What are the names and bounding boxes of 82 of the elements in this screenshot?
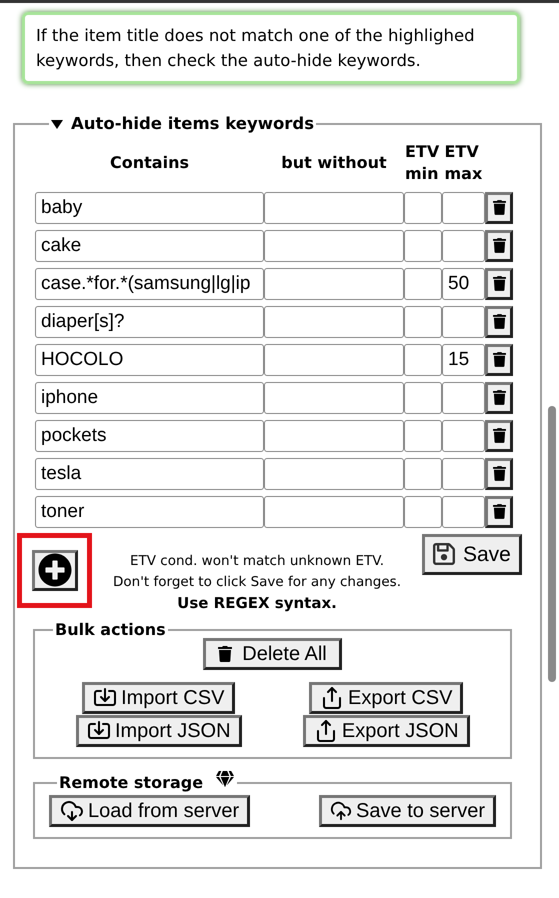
exclusion-field[interactable] xyxy=(264,230,404,262)
trash-icon xyxy=(492,504,506,520)
keyword-field[interactable]: HOCOLO xyxy=(35,344,264,376)
keyword-field[interactable]: toner xyxy=(35,496,264,528)
exclusion-field[interactable] xyxy=(264,306,404,338)
etv-max-field[interactable]: 15 xyxy=(442,344,485,376)
delete-button[interactable] xyxy=(485,420,513,452)
cloud-download-icon xyxy=(60,798,84,823)
keyword-field[interactable]: baby xyxy=(35,192,264,224)
etv-min-field[interactable] xyxy=(404,382,442,414)
delete-button[interactable] xyxy=(485,496,513,528)
keyword-field[interactable]: pockets xyxy=(35,420,264,452)
section-toggle[interactable]: Auto-hide items keywords xyxy=(51,112,314,137)
exclusion-field[interactable] xyxy=(264,268,404,300)
trash-icon xyxy=(218,646,232,662)
etv-max-field[interactable] xyxy=(442,496,485,528)
panel-title: Remote storage xyxy=(59,772,204,794)
column-header: Contains xyxy=(110,152,189,174)
trash-icon xyxy=(492,276,506,292)
exclusion-field[interactable] xyxy=(264,496,404,528)
trash-icon xyxy=(492,352,506,368)
etv-min-field[interactable] xyxy=(404,268,442,300)
delete-button[interactable] xyxy=(485,344,513,376)
add-button[interactable] xyxy=(32,550,78,591)
delete-all-button[interactable]: Delete All xyxy=(203,638,342,670)
exclusion-field[interactable] xyxy=(264,458,404,490)
trash-icon xyxy=(492,428,506,444)
etv-max-field[interactable] xyxy=(442,230,485,262)
exclusion-field[interactable] xyxy=(264,344,404,376)
export-button[interactable]: Export CSV xyxy=(309,682,464,714)
etv-max-field[interactable] xyxy=(442,192,485,224)
trash-icon xyxy=(492,314,506,330)
etv-max-field[interactable] xyxy=(442,420,485,452)
keyword-field[interactable]: cake xyxy=(35,230,264,262)
diamond-icon xyxy=(215,770,236,787)
etv-max-field[interactable] xyxy=(442,382,485,414)
etv-min-field[interactable] xyxy=(404,344,442,376)
regex-note: Use REGEX syntax. xyxy=(177,592,337,614)
delete-button[interactable] xyxy=(485,306,513,338)
delete-button[interactable] xyxy=(485,192,513,224)
etv-min-field[interactable] xyxy=(404,496,442,528)
save-server-button[interactable]: Save to server xyxy=(319,794,496,827)
delete-button[interactable] xyxy=(485,268,513,300)
hint-text: ETV cond. won't match unknown ETV. xyxy=(130,552,384,571)
exclusion-field[interactable] xyxy=(264,420,404,452)
keyword-field[interactable]: tesla xyxy=(35,458,264,490)
keyword-field[interactable]: iphone xyxy=(35,382,264,414)
load-server-button[interactable]: Load from server xyxy=(49,794,250,827)
column-header: but without xyxy=(281,152,387,174)
export-button[interactable]: Export JSON xyxy=(302,714,470,747)
trash-icon xyxy=(492,466,506,482)
hint-text: Don't forget to click Save for any changes. xyxy=(113,572,401,592)
exclusion-field[interactable] xyxy=(264,192,404,224)
keyword-field[interactable]: diaper[s]? xyxy=(35,306,264,338)
etv-max-field[interactable] xyxy=(442,306,485,338)
etv-max-field[interactable]: 50 xyxy=(442,268,485,300)
column-header: ETV max xyxy=(444,140,482,185)
delete-button[interactable] xyxy=(485,382,513,414)
trash-icon xyxy=(492,200,506,216)
delete-button[interactable] xyxy=(485,230,513,262)
trash-icon xyxy=(492,238,506,254)
scrollbar-thumb[interactable] xyxy=(548,406,556,682)
keyword-field[interactable]: case.*for.*(samsung|lg|ip xyxy=(35,268,264,300)
import-button[interactable]: Import CSV xyxy=(82,682,236,714)
column-header: ETV min xyxy=(405,140,440,185)
etv-max-field[interactable] xyxy=(442,458,485,490)
etv-min-field[interactable] xyxy=(404,192,442,224)
etv-min-field[interactable] xyxy=(404,230,442,262)
share-icon xyxy=(320,686,344,710)
etv-min-field[interactable] xyxy=(404,458,442,490)
cloud-upload-icon xyxy=(330,800,352,822)
triangle-icon xyxy=(51,120,63,129)
save-button[interactable]: Save xyxy=(422,534,522,575)
etv-min-field[interactable] xyxy=(404,420,442,452)
etv-min-field[interactable] xyxy=(404,306,442,338)
trash-icon xyxy=(492,390,506,406)
exclusion-field[interactable] xyxy=(264,382,404,414)
delete-button[interactable] xyxy=(485,458,513,490)
panel-title: Bulk actions xyxy=(55,620,166,639)
plus-icon xyxy=(38,553,72,588)
import-button[interactable]: Import JSON xyxy=(76,714,242,747)
notice-text: If the item title does not match one of the highlighed keywords, then check the auto-hide keywords. xyxy=(36,26,475,70)
